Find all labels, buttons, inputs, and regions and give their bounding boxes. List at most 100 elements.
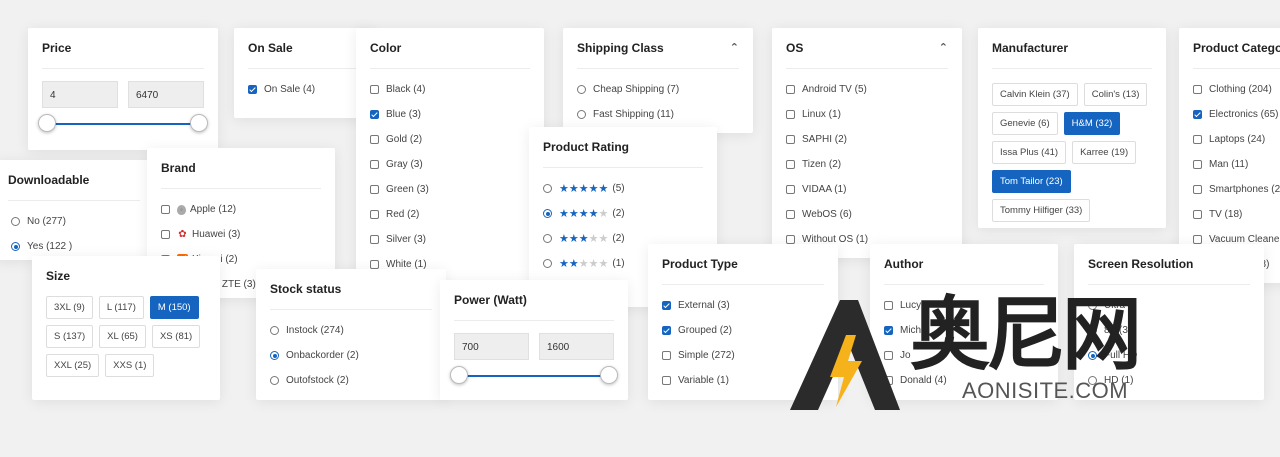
downloadable-option[interactable]: No (277) <box>11 209 140 234</box>
size-tag[interactable]: XXL (25) <box>46 354 100 377</box>
size-tag[interactable]: L (117) <box>98 296 144 319</box>
radio-button[interactable] <box>11 217 20 226</box>
manufacturer-tag[interactable]: Colin's (13) <box>1083 83 1148 106</box>
power-min-input[interactable]: 700 <box>454 333 529 360</box>
product-category-option[interactable]: TV (18) <box>1193 202 1280 227</box>
checkbox[interactable] <box>370 185 379 194</box>
product-category-option[interactable]: Laptops (24) <box>1193 127 1280 152</box>
shipping-class-option[interactable]: Cheap Shipping (7) <box>577 77 739 102</box>
checkbox[interactable] <box>161 205 170 214</box>
radio-button[interactable] <box>270 376 279 385</box>
checkbox[interactable] <box>786 110 795 119</box>
product-category-option[interactable]: Smartphones (23 <box>1193 177 1280 202</box>
radio-button[interactable] <box>577 110 586 119</box>
os-option[interactable]: VIDAA (1) <box>786 177 948 202</box>
radio-button[interactable] <box>543 259 552 268</box>
price-max-input[interactable]: 6470 <box>128 81 204 108</box>
color-option[interactable]: Red (2) <box>370 202 530 227</box>
manufacturer-tag[interactable]: Tommy Hilfiger (33) <box>992 199 1091 222</box>
color-option[interactable]: Silver (3) <box>370 227 530 252</box>
product-category-option[interactable]: Man (11) <box>1193 152 1280 177</box>
os-option[interactable]: Tizen (2) <box>786 152 948 177</box>
manufacturer-tag[interactable]: Karree (19) <box>1072 141 1137 164</box>
size-tag[interactable]: M (150) <box>149 296 199 319</box>
os-option[interactable]: Android TV (5) <box>786 77 948 102</box>
radio-button[interactable] <box>11 242 20 251</box>
checkbox[interactable] <box>1193 185 1202 194</box>
checkbox[interactable] <box>662 301 671 310</box>
power-range-slider[interactable] <box>450 366 618 386</box>
stock-status-option[interactable]: Onbackorder (2) <box>270 343 432 368</box>
price-min-input[interactable]: 4 <box>42 81 118 108</box>
on-sale-option[interactable]: On Sale (4) <box>248 77 360 102</box>
checkbox[interactable] <box>786 185 795 194</box>
color-option[interactable]: Green (3) <box>370 177 530 202</box>
price-slider-min-handle[interactable] <box>38 114 56 132</box>
checkbox[interactable] <box>370 135 379 144</box>
chevron-up-icon[interactable]: ⌃ <box>939 28 948 68</box>
checkbox[interactable] <box>370 210 379 219</box>
checkbox[interactable] <box>1193 135 1202 144</box>
size-tag[interactable]: XL (65) <box>99 325 146 348</box>
rating-option[interactable]: ★★★★★ (2) <box>543 201 703 226</box>
checkbox[interactable] <box>370 160 379 169</box>
price-range-slider[interactable] <box>38 114 208 134</box>
radio-button[interactable] <box>543 184 552 193</box>
radio-button[interactable] <box>270 351 279 360</box>
manufacturer-tag[interactable]: Tom Tailor (23) <box>992 170 1071 193</box>
size-tag[interactable]: XS (81) <box>151 325 201 348</box>
stock-status-option[interactable]: Instock (274) <box>270 318 432 343</box>
radio-button[interactable] <box>543 234 552 243</box>
power-max-input[interactable]: 1600 <box>539 333 614 360</box>
checkbox[interactable] <box>786 210 795 219</box>
checkbox[interactable] <box>370 260 379 269</box>
os-option[interactable]: WebOS (6) <box>786 202 948 227</box>
shipping-class-option[interactable]: Fast Shipping (11) <box>577 102 739 127</box>
option-label: Outofstock (2) <box>286 375 349 386</box>
checkbox[interactable] <box>786 160 795 169</box>
stock-status-option[interactable]: Outofstock (2) <box>270 368 432 393</box>
option-label: Gray (3) <box>386 159 423 170</box>
chevron-up-icon[interactable]: ⌃ <box>730 28 739 68</box>
color-option[interactable]: Black (4) <box>370 77 530 102</box>
checkbox[interactable] <box>370 235 379 244</box>
checkbox[interactable] <box>662 326 671 335</box>
os-option[interactable]: Linux (1) <box>786 102 948 127</box>
power-slider-min-handle[interactable] <box>450 366 468 384</box>
checkbox[interactable] <box>1193 85 1202 94</box>
checkbox[interactable] <box>1193 110 1202 119</box>
color-option[interactable]: Blue (3) <box>370 102 530 127</box>
size-tag[interactable]: 3XL (9) <box>46 296 93 319</box>
checkbox[interactable] <box>370 110 379 119</box>
manufacturer-tag[interactable]: H&M (32) <box>1063 112 1121 135</box>
radio-button[interactable] <box>270 326 279 335</box>
rating-option[interactable]: ★★★★★ (5) <box>543 176 703 201</box>
power-slider-max-handle[interactable] <box>600 366 618 384</box>
checkbox[interactable] <box>248 85 257 94</box>
checkbox[interactable] <box>1193 210 1202 219</box>
os-option[interactable]: SAPHI (2) <box>786 127 948 152</box>
checkbox[interactable] <box>786 235 795 244</box>
checkbox[interactable] <box>1193 235 1202 244</box>
radio-button[interactable] <box>543 209 552 218</box>
checkbox[interactable] <box>1193 160 1202 169</box>
color-option[interactable]: Gray (3) <box>370 152 530 177</box>
size-tag[interactable]: XXS (1) <box>105 354 155 377</box>
manufacturer-tag[interactable]: Genevie (6) <box>992 112 1058 135</box>
radio-button[interactable] <box>577 85 586 94</box>
size-tag[interactable]: S (137) <box>46 325 94 348</box>
product-category-option[interactable]: Clothing (204) <box>1193 77 1280 102</box>
product-category-option[interactable]: Electronics (65) <box>1193 102 1280 127</box>
price-slider-max-handle[interactable] <box>190 114 208 132</box>
checkbox[interactable] <box>662 376 671 385</box>
checkbox[interactable] <box>662 351 671 360</box>
brand-option[interactable]: ✿ Huawei (3) <box>161 222 321 247</box>
brand-option[interactable]: • Apple (12) <box>161 197 321 222</box>
checkbox[interactable] <box>161 230 170 239</box>
manufacturer-tag[interactable]: Issa Plus (41) <box>992 141 1067 164</box>
manufacturer-tag[interactable]: Calvin Klein (37) <box>992 83 1078 106</box>
color-option[interactable]: Gold (2) <box>370 127 530 152</box>
checkbox[interactable] <box>786 85 795 94</box>
checkbox[interactable] <box>786 135 795 144</box>
checkbox[interactable] <box>370 85 379 94</box>
